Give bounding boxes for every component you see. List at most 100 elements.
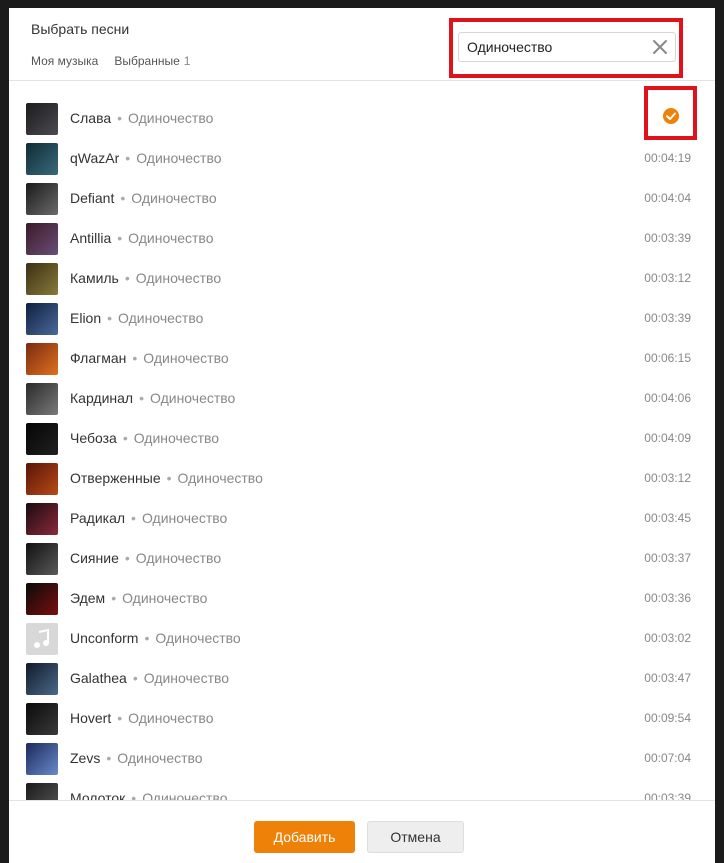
track-row[interactable]: Antillia • Одиночество 00:03:39 [9,221,715,257]
track-album: Одиночество [118,310,204,326]
track-duration: 00:03:12 [644,271,691,285]
separator-dot: • [106,750,112,766]
track-text: Hovert • Одиночество [70,710,213,726]
track-row[interactable]: Отверженные • Одиночество 00:03:12 [9,461,715,497]
track-text: Флагман • Одиночество [70,350,229,366]
track-row[interactable]: qWazAr • Одиночество 00:04:19 [9,141,715,177]
track-row[interactable]: Кардинал • Одиночество 00:04:06 [9,381,715,417]
track-album: Одиночество [133,430,220,446]
track-row[interactable]: Hovert • Одиночество 00:09:54 [9,701,715,737]
separator-dot: • [122,430,128,446]
album-cover [26,143,58,175]
track-duration: 00:03:39 [644,231,691,245]
search-input[interactable] [467,39,643,55]
track-duration: 00:07:04 [644,751,691,765]
track-row[interactable]: Радикал • Одиночество 00:03:45 [9,501,715,537]
track-duration: 00:09:54 [644,711,691,725]
track-row[interactable]: Elion • Одиночество 00:03:39 [9,301,715,337]
tab-my-music[interactable]: Моя музыка [31,54,98,68]
separator-dot: • [111,590,117,606]
track-duration: 00:03:39 [644,311,691,325]
track-row[interactable]: Сияние • Одиночество 00:03:37 [9,541,715,577]
track-row[interactable]: Камиль • Одиночество 00:03:12 [9,261,715,297]
track-album: Одиночество [136,150,222,166]
select-songs-dialog: Выбрать песни Моя музыка Выбранные 1 Слав… [9,8,715,863]
album-cover [26,463,58,495]
separator-dot: • [131,510,136,526]
track-album: Одиночество [177,470,263,486]
track-text: Galathea • Одиночество [70,670,229,686]
album-cover [26,663,58,695]
track-title: Чебоза [70,430,117,446]
album-cover [26,423,58,455]
track-album: Одиночество [128,230,214,246]
track-album: Одиночество [150,390,236,406]
track-album: Одиночество [135,550,222,566]
album-cover [26,263,58,295]
track-text: Камиль • Одиночество [70,270,221,286]
track-duration: 00:03:37 [644,551,691,565]
album-cover [26,223,58,255]
close-icon[interactable] [651,38,669,56]
track-duration: 00:03:45 [644,511,691,525]
track-title: Отверженные [70,470,161,486]
track-text: Сияние • Одиночество [70,550,221,566]
track-text: Unconform • Одиночество [70,630,241,646]
track-album: Одиночество [117,750,203,766]
album-cover [26,583,58,615]
tab-selected[interactable]: Выбранные 1 [114,54,190,68]
track-duration: 00:04:09 [644,431,691,445]
separator-dot: • [144,630,150,646]
track-title: Elion [70,310,102,326]
separator-dot: • [124,550,130,566]
cancel-button[interactable]: Отмена [367,821,464,853]
track-row[interactable]: Флагман • Одиночество 00:06:15 [9,341,715,377]
album-cover [26,703,58,735]
track-title: Defiant [70,190,115,206]
track-row[interactable]: Unconform • Одиночество 00:03:02 [9,621,715,657]
track-album: Одиночество [128,110,214,126]
album-cover [26,183,58,215]
track-title: Радикал [70,510,126,526]
track-row[interactable]: Эдем • Одиночество 00:03:36 [9,581,715,617]
track-row[interactable]: Defiant • Одиночество 00:04:04 [9,181,715,217]
track-row[interactable]: Слава • Одиночество [9,101,715,137]
separator-dot: • [117,230,123,246]
track-duration: 00:03:12 [644,471,691,485]
separator-dot: • [132,670,138,686]
separator-dot: • [125,150,131,166]
track-title: Unconform [70,630,139,646]
dialog-tabs: Моя музыка Выбранные 1 [31,54,190,68]
track-album: Одиночество [128,710,214,726]
tab-selected-label: Выбранные [114,54,180,68]
tab-selected-count: 1 [183,54,191,68]
album-cover [26,303,58,335]
separator-dot: • [124,270,130,286]
track-title: Zevs [70,750,101,766]
track-album: Одиночество [143,670,230,686]
track-text: Defiant • Одиночество [70,190,217,206]
track-row[interactable]: Galathea • Одиночество 00:03:47 [9,661,715,697]
selected-check-icon[interactable] [663,108,679,124]
track-duration: 00:04:04 [644,191,691,205]
album-cover [26,343,58,375]
track-title: Кардинал [70,390,134,406]
track-row[interactable]: Zevs • Одиночество 00:07:04 [9,741,715,777]
track-row[interactable]: Чебоза • Одиночество 00:04:09 [9,421,715,457]
track-title: Флагман [70,350,127,366]
track-duration: 00:04:19 [644,151,691,165]
add-button[interactable]: Добавить [254,821,355,853]
track-title: Сияние [70,550,119,566]
track-title: Hovert [70,710,112,726]
track-duration: 00:03:36 [644,591,691,605]
track-title: Эдем [70,590,106,606]
track-text: Elion • Одиночество [70,310,203,326]
separator-dot: • [120,190,126,206]
track-album: Одиночество [141,510,228,526]
album-cover [26,103,58,135]
album-cover [26,543,58,575]
track-title: qWazAr [70,150,120,166]
album-cover [26,743,58,775]
search-box [458,32,676,62]
track-album: Одиночество [131,190,217,206]
